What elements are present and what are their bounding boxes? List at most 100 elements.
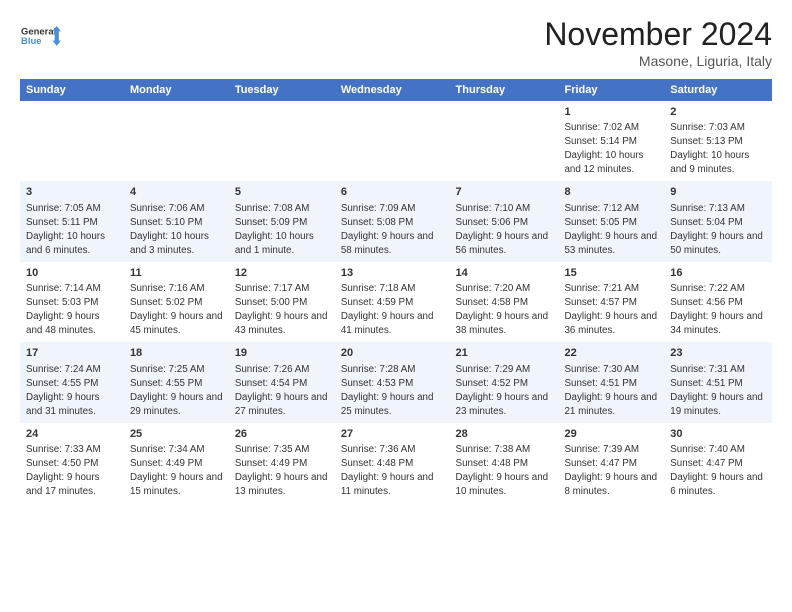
day-number: 1: [564, 105, 658, 120]
day-info: Sunrise: 7:02 AM: [564, 122, 639, 133]
day-number: 10: [26, 266, 118, 281]
day-info: Sunset: 5:13 PM: [670, 136, 742, 147]
day-number: 9: [670, 185, 766, 200]
week-row-1: 1Sunrise: 7:02 AMSunset: 5:14 PMDaylight…: [20, 101, 772, 181]
day-number: 3: [26, 185, 118, 200]
day-info: Sunset: 4:55 PM: [130, 378, 202, 389]
day-info: Sunset: 5:06 PM: [456, 217, 528, 228]
calendar-cell: 14Sunrise: 7:20 AMSunset: 4:58 PMDayligh…: [450, 262, 559, 342]
calendar-cell: 6Sunrise: 7:09 AMSunset: 5:08 PMDaylight…: [335, 181, 450, 261]
day-info: Daylight: 9 hours and 8 minutes.: [564, 472, 657, 497]
calendar-cell: 20Sunrise: 7:28 AMSunset: 4:53 PMDayligh…: [335, 342, 450, 422]
day-number: 30: [670, 427, 766, 442]
day-number: 12: [235, 266, 329, 281]
calendar-cell: 7Sunrise: 7:10 AMSunset: 5:06 PMDaylight…: [450, 181, 559, 261]
day-number: 22: [564, 346, 658, 361]
day-number: 5: [235, 185, 329, 200]
day-info: Sunset: 4:50 PM: [26, 458, 98, 469]
header-friday: Friday: [558, 79, 664, 101]
day-info: Daylight: 10 hours and 12 minutes.: [564, 150, 643, 175]
calendar-cell: 1Sunrise: 7:02 AMSunset: 5:14 PMDaylight…: [558, 101, 664, 181]
calendar-cell: 22Sunrise: 7:30 AMSunset: 4:51 PMDayligh…: [558, 342, 664, 422]
day-info: Sunrise: 7:06 AM: [130, 203, 205, 214]
day-info: Sunset: 5:09 PM: [235, 217, 307, 228]
calendar-cell: 25Sunrise: 7:34 AMSunset: 4:49 PMDayligh…: [124, 423, 229, 503]
day-number: 7: [456, 185, 553, 200]
calendar-cell: 5Sunrise: 7:08 AMSunset: 5:09 PMDaylight…: [229, 181, 335, 261]
calendar-cell: 15Sunrise: 7:21 AMSunset: 4:57 PMDayligh…: [558, 262, 664, 342]
header-tuesday: Tuesday: [229, 79, 335, 101]
day-info: Sunset: 5:08 PM: [341, 217, 413, 228]
day-info: Sunset: 5:02 PM: [130, 297, 202, 308]
day-info: Sunset: 4:49 PM: [130, 458, 202, 469]
day-info: Sunset: 4:47 PM: [564, 458, 636, 469]
day-info: Sunrise: 7:16 AM: [130, 283, 205, 294]
day-number: 4: [130, 185, 223, 200]
day-number: 19: [235, 346, 329, 361]
day-info: Sunset: 4:47 PM: [670, 458, 742, 469]
day-info: Daylight: 9 hours and 58 minutes.: [341, 231, 434, 256]
day-info: Sunrise: 7:35 AM: [235, 444, 310, 455]
calendar-cell: 10Sunrise: 7:14 AMSunset: 5:03 PMDayligh…: [20, 262, 124, 342]
day-info: Sunset: 4:51 PM: [564, 378, 636, 389]
day-info: Sunrise: 7:29 AM: [456, 364, 531, 375]
day-info: Sunset: 4:53 PM: [341, 378, 413, 389]
day-number: 15: [564, 266, 658, 281]
day-info: Sunrise: 7:17 AM: [235, 283, 310, 294]
header-thursday: Thursday: [450, 79, 559, 101]
calendar-cell: 18 Sunrise: 7:25 AM Sunset: 4:55 PM Dayligh…: [124, 342, 229, 422]
day-info: Sunrise: 7:13 AM: [670, 203, 745, 214]
day-info: Sunset: 4:54 PM: [235, 378, 307, 389]
day-number: 18: [130, 346, 223, 361]
calendar-cell: 19 Sunrise: 7:26 AM Sunset: 4:54 PM Dayligh…: [229, 342, 335, 422]
day-info: Daylight: 9 hours and 27 minutes.: [235, 392, 328, 417]
week-row-4: 17Sunrise: 7:24 AMSunset: 4:55 PMDayligh…: [20, 342, 772, 422]
calendar-cell: 29Sunrise: 7:39 AMSunset: 4:47 PMDayligh…: [558, 423, 664, 503]
day-info: Sunset: 4:59 PM: [341, 297, 413, 308]
day-info: Daylight: 9 hours and 38 minutes.: [456, 311, 549, 336]
day-info: Daylight: 9 hours and 13 minutes.: [235, 472, 328, 497]
day-info: Daylight: 9 hours and 53 minutes.: [564, 231, 657, 256]
day-info: Daylight: 9 hours and 29 minutes.: [130, 392, 223, 417]
day-info: Sunrise: 7:26 AM: [235, 364, 310, 375]
day-number: 8: [564, 185, 658, 200]
calendar-cell: 2Sunrise: 7:03 AMSunset: 5:13 PMDaylight…: [664, 101, 772, 181]
day-info: Daylight: 9 hours and 56 minutes.: [456, 231, 549, 256]
day-number: 14: [456, 266, 553, 281]
day-info: Daylight: 9 hours and 48 minutes.: [26, 311, 100, 336]
day-info: Sunrise: 7:36 AM: [341, 444, 416, 455]
day-info: Sunset: 4:55 PM: [26, 378, 98, 389]
day-info: Sunset: 4:56 PM: [670, 297, 742, 308]
day-info: Sunrise: 7:40 AM: [670, 444, 745, 455]
calendar-cell: 8Sunrise: 7:12 AMSunset: 5:05 PMDaylight…: [558, 181, 664, 261]
day-info: Sunrise: 7:25 AM: [130, 364, 205, 375]
day-info: Sunrise: 7:18 AM: [341, 283, 416, 294]
calendar-cell: 16Sunrise: 7:22 AMSunset: 4:56 PMDayligh…: [664, 262, 772, 342]
day-info: Sunrise: 7:34 AM: [130, 444, 205, 455]
day-info: Daylight: 9 hours and 6 minutes.: [670, 472, 763, 497]
day-info: Daylight: 10 hours and 9 minutes.: [670, 150, 749, 175]
day-info: Daylight: 9 hours and 45 minutes.: [130, 311, 223, 336]
calendar-cell: 23Sunrise: 7:31 AMSunset: 4:51 PMDayligh…: [664, 342, 772, 422]
logo-svg: General Blue: [20, 16, 62, 58]
calendar-cell: 30 Sunrise: 7:40 AM Sunset: 4:47 PM Dayligh…: [664, 423, 772, 503]
calendar-cell: 4Sunrise: 7:06 AMSunset: 5:10 PMDaylight…: [124, 181, 229, 261]
title-block: November 2024 Masone, Liguria, Italy: [544, 16, 772, 69]
day-info: Sunrise: 7:38 AM: [456, 444, 531, 455]
day-info: Sunset: 4:57 PM: [564, 297, 636, 308]
day-number: 29: [564, 427, 658, 442]
calendar-cell: 9Sunrise: 7:13 AMSunset: 5:04 PMDaylight…: [664, 181, 772, 261]
day-info: Sunrise: 7:05 AM: [26, 203, 101, 214]
day-number: 25: [130, 427, 223, 442]
day-number: 24: [26, 427, 118, 442]
page-title: November 2024: [544, 16, 772, 53]
day-info: Daylight: 9 hours and 17 minutes.: [26, 472, 100, 497]
day-number: 20: [341, 346, 444, 361]
day-info: Daylight: 9 hours and 10 minutes.: [456, 472, 549, 497]
day-info: Daylight: 9 hours and 19 minutes.: [670, 392, 763, 417]
day-info: Daylight: 9 hours and 36 minutes.: [564, 311, 657, 336]
day-info: Sunrise: 7:20 AM: [456, 283, 531, 294]
day-info: Daylight: 9 hours and 50 minutes.: [670, 231, 763, 256]
day-info: Daylight: 9 hours and 11 minutes.: [341, 472, 434, 497]
day-info: Sunset: 4:48 PM: [341, 458, 413, 469]
